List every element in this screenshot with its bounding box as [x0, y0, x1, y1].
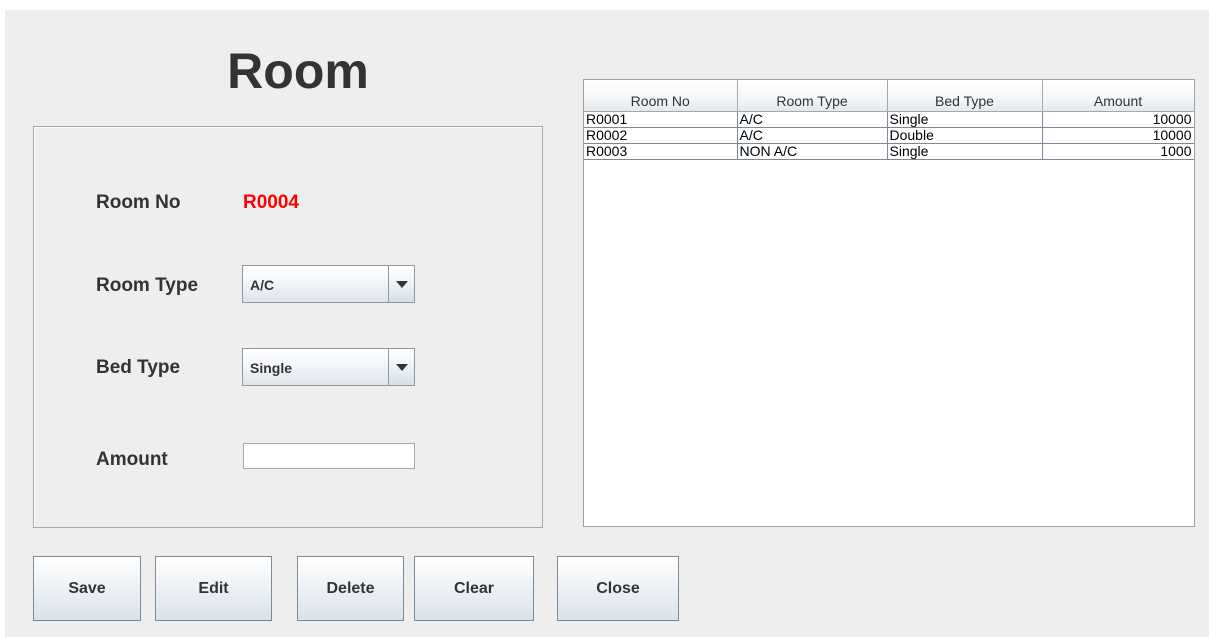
cell-amount: 10000 [1042, 127, 1194, 144]
bed-type-dropdown-button[interactable] [388, 349, 414, 385]
bed-type-label: Bed Type [96, 357, 181, 378]
amount-label: Amount [96, 449, 168, 470]
rooms-table: Room No Room Type Bed Type Amount R0001 … [584, 80, 1194, 160]
bed-type-selected: Single [250, 360, 293, 376]
clear-button[interactable]: Clear [414, 556, 534, 621]
cell-amount: 1000 [1042, 143, 1194, 160]
cell-room-type: NON A/C [737, 143, 888, 160]
room-type-label: Room Type [96, 275, 199, 296]
table-row[interactable]: R0002 A/C Double 10000 [584, 127, 1194, 144]
cell-room-no: R0002 [584, 127, 738, 144]
table-row[interactable]: R0003 NON A/C Single 1000 [584, 143, 1194, 160]
table-header-row: Room No Room Type Bed Type Amount [584, 80, 1194, 112]
column-header-room-type[interactable]: Room Type [737, 80, 888, 112]
chevron-down-icon [396, 364, 408, 371]
cell-room-type: A/C [737, 127, 888, 144]
cell-bed-type: Double [887, 127, 1043, 144]
column-header-amount[interactable]: Amount [1042, 80, 1194, 112]
cell-bed-type: Single [887, 111, 1043, 128]
room-no-value: R0004 [243, 192, 299, 213]
cell-amount: 10000 [1042, 111, 1194, 128]
save-button[interactable]: Save [33, 556, 141, 621]
rooms-table-panel[interactable]: Room No Room Type Bed Type Amount R0001 … [583, 79, 1195, 527]
cell-room-type: A/C [737, 111, 888, 128]
page-title: Room [227, 43, 369, 99]
column-header-room-no[interactable]: Room No [584, 80, 738, 112]
close-button[interactable]: Close [557, 556, 679, 621]
cell-room-no: R0003 [584, 143, 738, 160]
room-type-combobox[interactable]: A/C [242, 265, 415, 303]
column-header-bed-type[interactable]: Bed Type [887, 80, 1043, 112]
amount-input[interactable] [243, 443, 415, 469]
edit-button[interactable]: Edit [155, 556, 272, 621]
room-no-label: Room No [96, 192, 181, 213]
room-type-dropdown-button[interactable] [388, 266, 414, 302]
chevron-down-icon [396, 281, 408, 288]
delete-button[interactable]: Delete [297, 556, 404, 621]
bed-type-combobox[interactable]: Single [242, 348, 415, 386]
room-type-selected: A/C [250, 277, 275, 293]
cell-bed-type: Single [887, 143, 1043, 160]
cell-room-no: R0001 [584, 111, 738, 128]
table-row[interactable]: R0001 A/C Single 10000 [584, 111, 1194, 128]
